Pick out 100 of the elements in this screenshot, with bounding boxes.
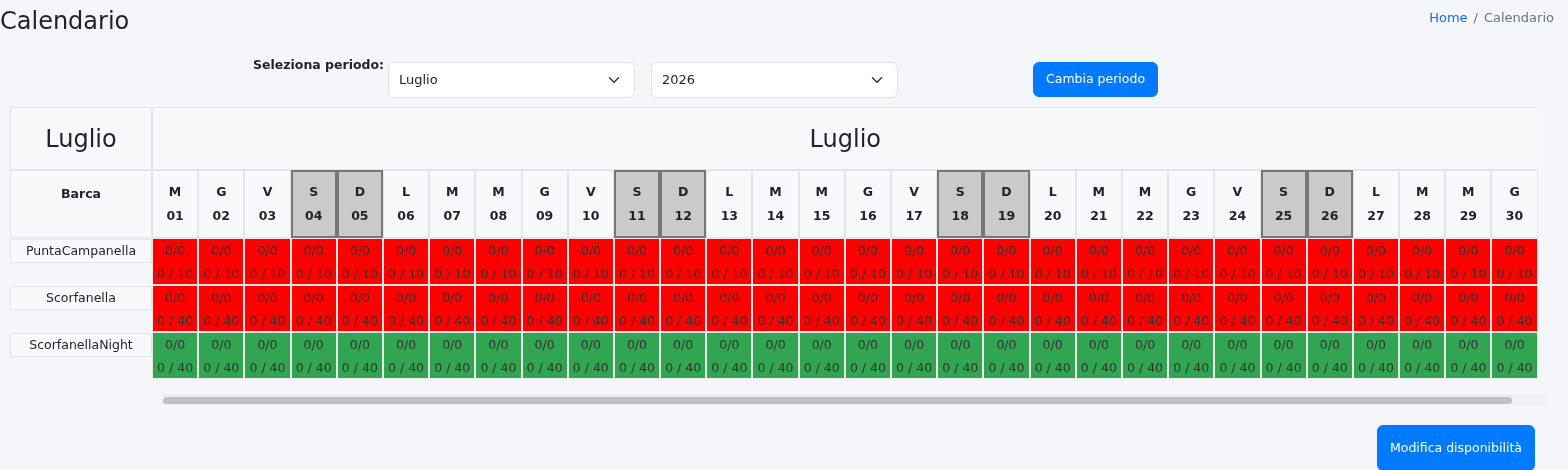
capacity-count: 0 / 40	[1034, 312, 1071, 330]
weekday-label: M	[492, 183, 505, 201]
booked-count: 0/0	[488, 242, 509, 260]
capacity-count: 0 / 40	[1311, 359, 1348, 377]
capacity-count: 0 / 40	[572, 312, 609, 330]
booked-count: 0/0	[1273, 289, 1294, 307]
weekday-label: S	[309, 183, 319, 201]
weekday-label: G	[1509, 183, 1520, 201]
booked-count: 0/0	[534, 336, 555, 354]
capacity-count: 0 / 40	[1311, 312, 1348, 330]
page-title: Calendario	[0, 6, 130, 37]
booked-count: 0/0	[349, 289, 370, 307]
booked-count: 0/0	[996, 336, 1017, 354]
capacity-count: 0 / 10	[1219, 265, 1256, 283]
day-number: 08	[489, 207, 508, 225]
booked-count: 0/0	[1365, 336, 1387, 354]
header-cell: Luglio	[10, 107, 152, 170]
booked-count: 0/0	[165, 336, 186, 354]
booked-count: 0/0	[1088, 289, 1109, 307]
booked-count: 0/0	[1134, 336, 1156, 354]
capacity-count: 0 / 40	[665, 359, 702, 377]
day-number: 28	[1413, 207, 1431, 225]
booked-count: 0/0	[857, 336, 878, 354]
booked-count: 0/0	[488, 289, 509, 307]
capacity-count: 0 / 40	[157, 359, 194, 377]
booked-count: 0/0	[1227, 289, 1248, 307]
day-number: 18	[951, 207, 969, 225]
capacity-count: 0 / 40	[803, 359, 840, 377]
capacity-count: 0 / 40	[1219, 312, 1256, 330]
capacity-count: 0 / 10	[1450, 265, 1487, 283]
booked-count: 0/0	[950, 289, 971, 307]
booked-count: 0/0	[1088, 336, 1109, 354]
capacity-count: 0 / 10	[849, 265, 886, 283]
scrollbar-thumb[interactable]	[163, 397, 1512, 404]
capacity-count: 0 / 40	[1173, 359, 1210, 377]
booked-count: 0/0	[1504, 336, 1525, 354]
capacity-count: 0 / 10	[480, 265, 517, 283]
booked-count: 0/0	[857, 289, 878, 307]
capacity-count: 0 / 40	[572, 359, 609, 377]
booked-count: 0/0	[904, 289, 925, 307]
capacity-count: 0 / 40	[1265, 359, 1302, 377]
day-number: 23	[1182, 207, 1200, 225]
capacity-count: 0 / 40	[757, 312, 794, 330]
weekday-label: L	[1048, 183, 1057, 201]
capacity-count: 0 / 10	[341, 265, 378, 283]
booked-count: 0/0	[1181, 289, 1202, 307]
day-number: 10	[582, 207, 600, 225]
booked-count: 0/0	[1412, 289, 1433, 307]
weekday-label: D	[354, 183, 366, 201]
day-number: 05	[351, 207, 369, 225]
day-number: 24	[1228, 207, 1247, 225]
year-select[interactable]: 2026	[651, 62, 898, 98]
capacity-count: 0 / 40	[618, 312, 655, 330]
capacity-count: 0 / 40	[1219, 359, 1256, 377]
capacity-count: 0 / 10	[988, 265, 1025, 283]
capacity-count: 0 / 10	[526, 265, 563, 283]
capacity-count: 0 / 40	[849, 359, 886, 377]
boat-name: Scorfanella	[10, 286, 152, 310]
booked-count: 0/0	[1365, 242, 1387, 260]
capacity-count: 0 / 10	[711, 265, 748, 283]
booked-count: 0/0	[1365, 289, 1387, 307]
day-number: 09	[535, 207, 554, 225]
capacity-count: 0 / 40	[1173, 312, 1210, 330]
capacity-count: 0 / 10	[1265, 265, 1302, 283]
capacity-count: 0 / 40	[203, 359, 240, 377]
capacity-count: 0 / 40	[388, 359, 425, 377]
booked-count: 0/0	[1042, 336, 1063, 354]
booked-count: 0/0	[1273, 336, 1294, 354]
weekday-label: V	[262, 183, 273, 201]
weekday-label: G	[216, 183, 227, 201]
booked-count: 0/0	[765, 289, 786, 307]
month-select[interactable]: Luglio	[388, 62, 635, 98]
capacity-count: 0 / 40	[1450, 359, 1487, 377]
capacity-count: 0 / 10	[572, 265, 609, 283]
booked-count: 0/0	[1134, 242, 1156, 260]
booked-count: 0/0	[1273, 242, 1294, 260]
day-number: 13	[720, 207, 739, 225]
booked-count: 0/0	[1181, 242, 1202, 260]
weekday-label: L	[725, 183, 734, 201]
weekday-label: M	[1138, 183, 1152, 201]
capacity-count: 0 / 40	[942, 312, 979, 330]
breadcrumb-link[interactable]: Home	[1429, 8, 1468, 38]
scrollbar[interactable]	[163, 395, 1545, 405]
weekday-label: D	[1001, 183, 1012, 201]
capacity-count: 0 / 10	[295, 265, 332, 283]
weekday-label: S	[955, 183, 965, 201]
capacity-count: 0 / 40	[849, 312, 886, 330]
weekday-label: V	[909, 183, 919, 201]
booked-count: 0/0	[1319, 242, 1340, 260]
weekday-label: G	[862, 183, 874, 201]
capacity-count: 0 / 10	[1127, 265, 1164, 283]
save-availability-button[interactable]: Modifica disponibilità	[1376, 425, 1535, 470]
day-number: 22	[1136, 207, 1154, 225]
day-number: 15	[813, 207, 831, 225]
booked-count: 0/0	[211, 242, 232, 260]
day-number: 20	[1043, 207, 1062, 225]
capacity-count: 0 / 10	[1496, 265, 1533, 283]
change-period-button[interactable]: Cambia periodo	[1033, 62, 1159, 97]
weekday-label: M	[815, 183, 828, 201]
period-label: Seleziona periodo:	[253, 56, 386, 74]
